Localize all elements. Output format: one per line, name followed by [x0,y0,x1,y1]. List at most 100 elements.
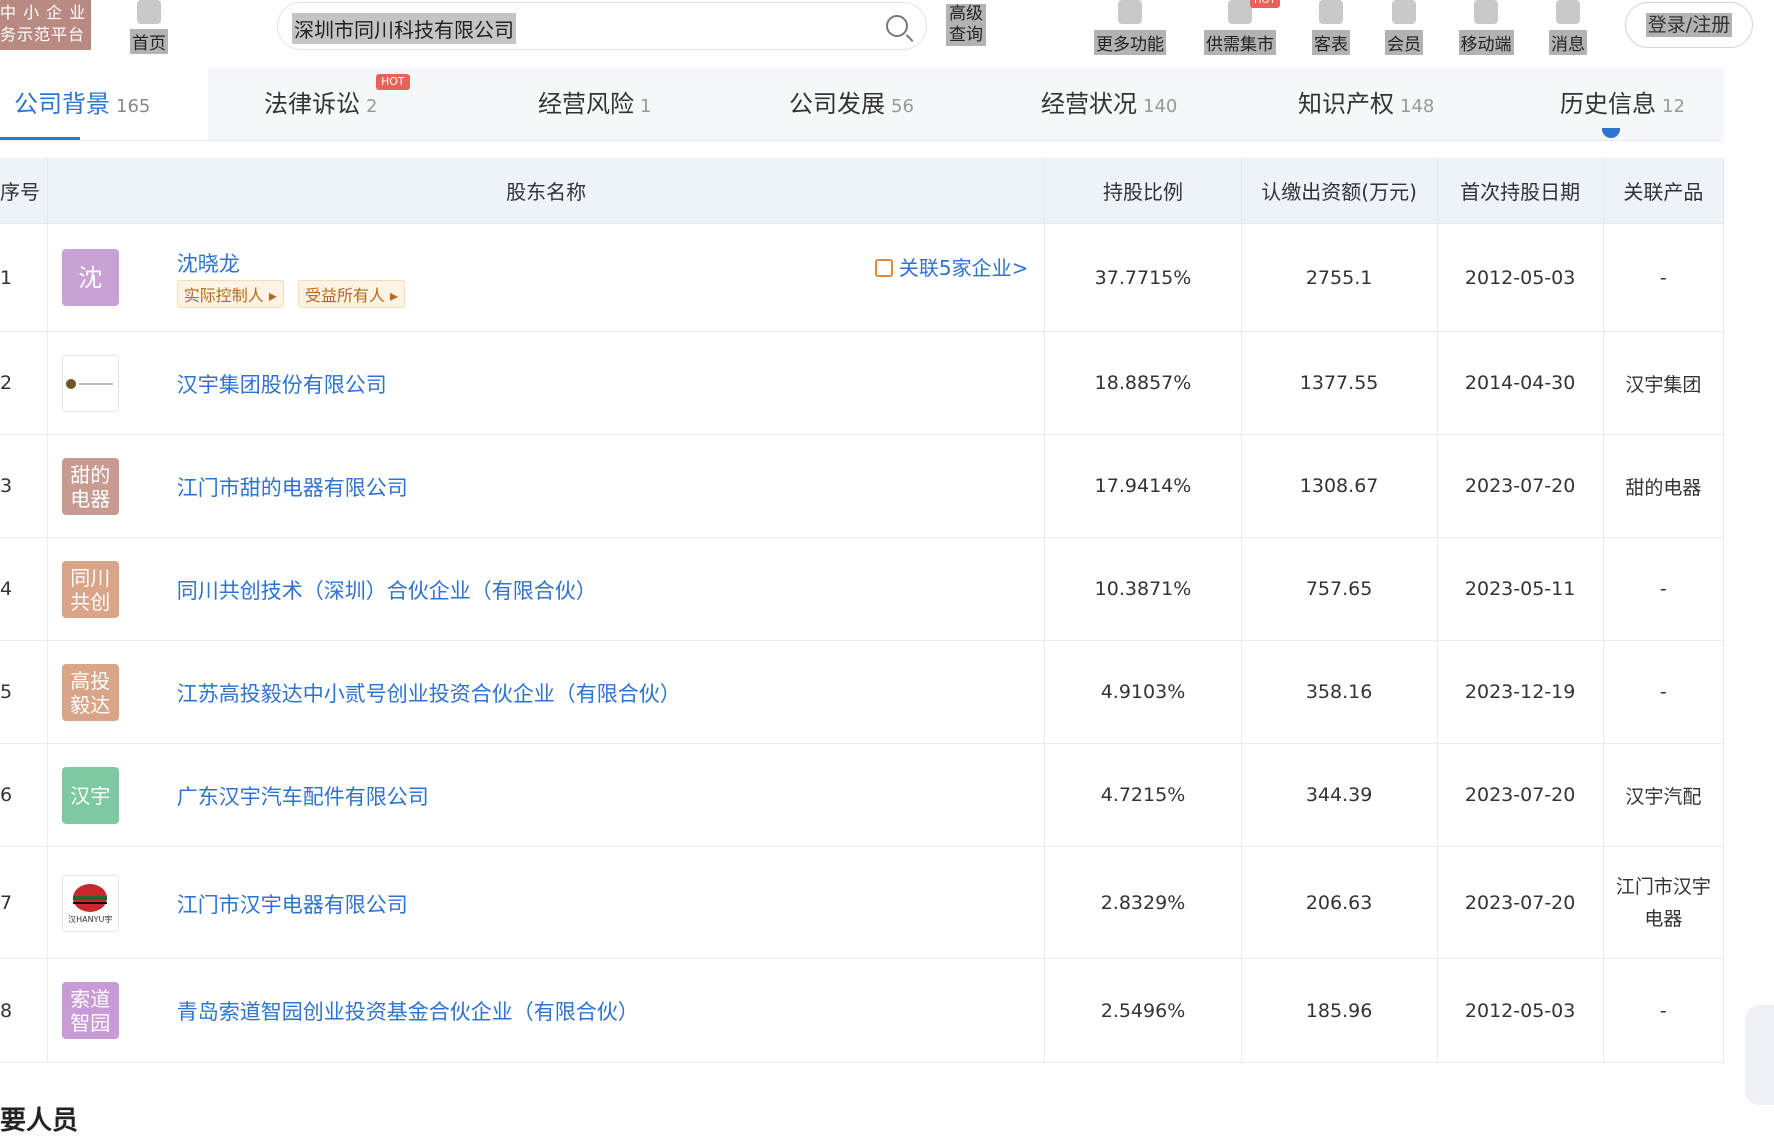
related-product-link[interactable]: 汉宇集团 [1603,331,1725,435]
nav-mobile[interactable]: 移动端 [1456,0,1516,55]
avatar: 索道 智园 [61,982,119,1039]
tab-label: 知识产权 [1298,90,1394,118]
tag-label: 实际控制人 [183,286,264,305]
related-product-link[interactable]: 甜的电器 [1603,434,1725,538]
first-holding-date: 2023-12-19 [1437,640,1604,744]
subscribed-capital: 757.65 [1241,537,1438,641]
table-row: 7 汉HANYU宇 江门市汉宇电器有限公司 2.8329% 206.63 202… [0,846,1725,959]
row-index: 3 [0,434,48,538]
tab-history[interactable]: 历史信息 12 [1560,68,1685,140]
nav-more-features[interactable]: 更多功能 [1088,0,1172,55]
table-row: 3 甜的 电器 江门市甜的电器有限公司 17.9414% 1308.67 202… [0,434,1725,538]
nav-label: 消息 [1549,30,1587,55]
site-logo[interactable]: 中 小 企 业 务示范平台 [0,0,91,50]
related-product: - [1603,223,1725,332]
table-row: 1 沈 沈晓龙 实际控制人 ▸ 受益所有人 ▸ 关联5家企业> 37.7715%… [0,223,1725,332]
nav-vip[interactable]: 会员 [1382,0,1426,55]
first-holding-date: 2023-07-20 [1437,743,1604,847]
shareholder-cell: 汉宇集团股份有限公司 [47,331,1046,435]
share-ratio: 4.7215% [1044,743,1242,847]
first-holding-date: 2014-04-30 [1437,331,1604,435]
grid-icon [1118,0,1142,24]
shareholder-name-link[interactable]: 江门市汉宇电器有限公司 [177,889,408,919]
row-index: 7 [0,846,48,959]
tab-label: 经营风险 [538,90,634,118]
tag-actual-controller[interactable]: 实际控制人 ▸ [176,280,284,308]
subscribed-capital: 2755.1 [1241,223,1438,332]
home-icon [137,0,161,24]
col-shareholder-name: 股东名称 [47,158,1046,224]
tag-label: 受益所有人 [304,286,385,305]
hanyu-group-logo-mark [66,378,114,389]
hanyu-group-logo [61,355,119,412]
related-companies-link[interactable]: 关联5家企业> [874,252,1028,281]
shareholder-name-link[interactable]: 沈晓龙 [177,248,240,278]
tab-business-risk[interactable]: 经营风险 1 [538,68,651,140]
search-input[interactable]: 深圳市同川科技有限公司 [292,13,516,44]
col-related-product: 关联产品 [1603,158,1725,224]
shareholder-name-link[interactable]: 江苏高投毅达中小贰号创业投资合伙企业（有限合伙） [177,678,681,708]
logo-line1: 中 小 企 业 [0,3,87,22]
excel-icon [1319,0,1343,24]
share-ratio: 4.9103% [1044,640,1242,744]
related-product: - [1603,640,1725,744]
nav-messages[interactable]: 消息 [1546,0,1590,55]
tab-intellectual-property[interactable]: 知识产权 148 [1298,68,1434,140]
tab-label: 公司背景 [14,90,110,118]
shareholder-name-link[interactable]: 同川共创技术（深圳）合伙企业（有限合伙） [177,575,597,605]
col-first-holding-date[interactable]: 首次持股日期 [1437,158,1604,224]
logo-caption: 汉HANYU宇 [68,914,113,924]
first-holding-date: 2012-05-03 [1437,223,1604,332]
tag-beneficial-owner[interactable]: 受益所有人 ▸ [297,280,406,308]
shareholder-cell: 沈 沈晓龙 实际控制人 ▸ 受益所有人 ▸ 关联5家企业> [47,223,1046,332]
shareholder-cell: 索道 智园 青岛索道智园创业投资基金合伙企业（有限合伙） [47,958,1046,1063]
row-index: 8 [0,958,48,1063]
table-row: 5 高投 毅达 江苏高投毅达中小贰号创业投资合伙企业（有限合伙） 4.9103%… [0,640,1725,744]
tab-bar: 公司背景 165 法律诉讼 2 HOT 经营风险 1 公司发展 56 经营状况 140 知… [0,68,1724,141]
tab-count: 140 [1143,96,1178,117]
related-product-link[interactable]: 汉宇汽配 [1603,743,1725,847]
related-product-link[interactable]: 江门市汉宇电器 [1603,846,1725,959]
top-header: 中 小 企 业 务示范平台 首页 深圳市同川科技有限公司 高级 查询 更多功能 … [0,0,1774,60]
col-subscribed-capital[interactable]: 认缴出资额(万元) [1241,158,1438,224]
floating-side-widget[interactable] [1745,1005,1774,1105]
tab-company-development[interactable]: 公司发展 56 [789,68,914,140]
subscribed-capital: 1308.67 [1241,434,1438,538]
market-hot-badge: HOT [1250,0,1280,8]
share-ratio: 2.8329% [1044,846,1242,959]
shareholder-name-link[interactable]: 广东汉宇汽车配件有限公司 [177,781,429,811]
shareholder-cell: 汉宇 广东汉宇汽车配件有限公司 [47,743,1046,847]
shareholder-cell: 同川 共创 同川共创技术（深圳）合伙企业（有限合伙） [47,537,1046,641]
active-tab-indicator [0,137,80,140]
table-row: 8 索道 智园 青岛索道智园创业投资基金合伙企业（有限合伙） 2.5496% 1… [0,958,1725,1063]
col-index: 序号 [0,158,48,224]
avatar: 高投 毅达 [61,664,119,721]
avatar: 汉宇 [61,767,119,824]
tab-count: 165 [116,96,151,117]
advanced-search-button[interactable]: 高级 查询 [946,4,986,46]
home-label: 首页 [130,29,168,54]
tab-company-background[interactable]: 公司背景 165 [0,68,208,140]
nav-market[interactable]: HOT 供需集市 [1198,0,1282,55]
search-box[interactable]: 深圳市同川科技有限公司 [277,2,927,50]
col-share-ratio[interactable]: 持股比例 [1044,158,1242,224]
first-holding-date: 2023-05-11 [1437,537,1604,641]
share-ratio: 37.7715% [1044,223,1242,332]
nav-excel[interactable]: 客表 [1309,0,1353,55]
tab-count: 148 [1400,96,1435,117]
shareholder-name-link[interactable]: 汉宇集团股份有限公司 [177,369,387,399]
row-index: 5 [0,640,48,744]
nav-label: 会员 [1385,30,1423,55]
first-holding-date: 2023-07-20 [1437,846,1604,959]
logo-line2: 务示范平台 [0,25,86,44]
login-register-button[interactable]: 登录/注册 [1625,2,1753,48]
related-product: - [1603,958,1725,1063]
subscribed-capital: 206.63 [1241,846,1438,959]
home-nav[interactable]: 首页 [124,0,174,54]
tab-count: 2 [366,96,378,117]
search-icon[interactable] [886,15,908,37]
tab-litigation[interactable]: 法律诉讼 2 HOT [264,68,410,140]
tab-operating-status[interactable]: 经营状况 140 [1041,68,1177,140]
shareholder-name-link[interactable]: 青岛索道智园创业投资基金合伙企业（有限合伙） [177,996,639,1026]
shareholder-name-link[interactable]: 江门市甜的电器有限公司 [177,472,408,502]
